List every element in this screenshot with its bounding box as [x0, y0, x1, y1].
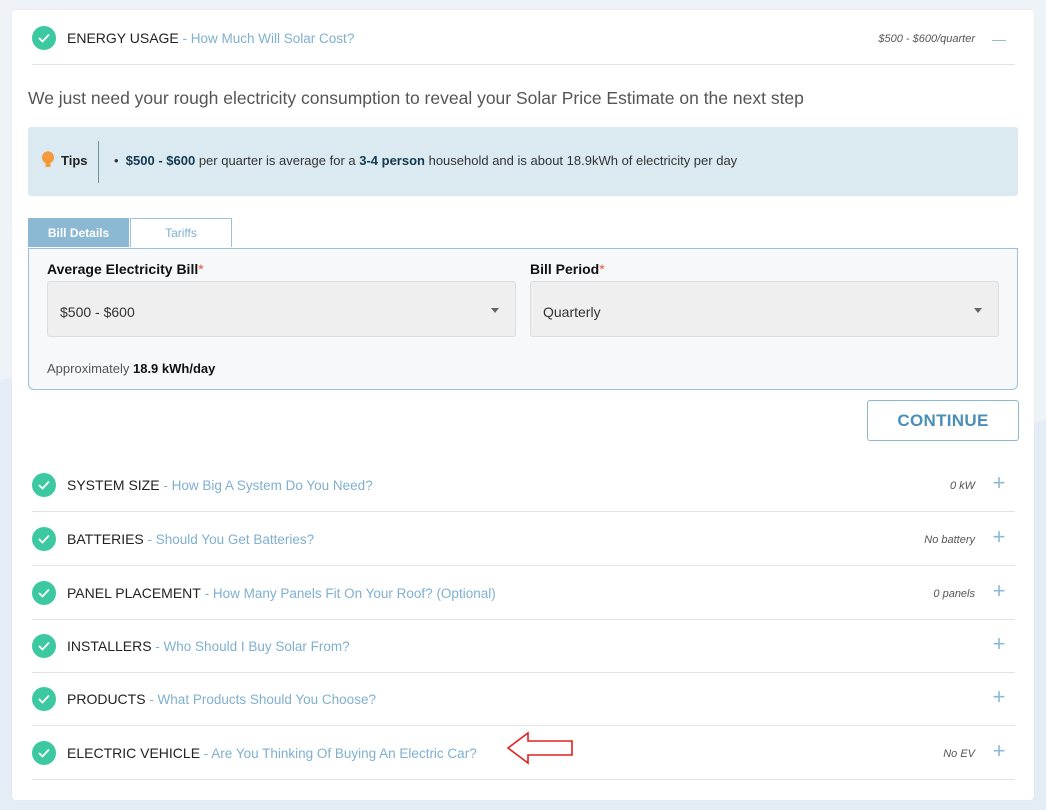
arrow-left-icon — [506, 731, 573, 765]
section-value: $500 - $600/quarter — [878, 33, 975, 45]
expand-icon[interactable]: + — [989, 472, 1009, 494]
check-icon — [32, 687, 56, 711]
tips-box: Tips • $500 - $600 per quarter is averag… — [28, 127, 1018, 196]
approx-usage: Approximately 18.9 kWh/day — [47, 361, 216, 376]
tab-bill-details[interactable]: Bill Details — [28, 218, 129, 247]
average-bill-value: $500 - $600 — [60, 304, 135, 320]
average-bill-select[interactable]: $500 - $600 — [47, 281, 516, 337]
quote-panel: ENERGY USAGE - How Much Will Solar Cost?… — [12, 10, 1034, 800]
bill-period-select[interactable]: Quarterly — [530, 281, 999, 337]
check-icon — [32, 26, 56, 50]
section-value: 0 kW — [949, 480, 975, 492]
section-panel-placement[interactable]: PANEL PLACEMENT - How Many Panels Fit On… — [32, 566, 1015, 620]
section-value: No EV — [943, 748, 975, 760]
expand-icon[interactable]: + — [989, 633, 1009, 655]
section-system-size[interactable]: SYSTEM SIZE - How Big A System Do You Ne… — [32, 458, 1015, 512]
expand-icon[interactable]: + — [989, 580, 1009, 602]
tips-text: • $500 - $600 per quarter is average for… — [114, 153, 738, 168]
section-value: No battery — [924, 534, 975, 546]
section-title: PANEL PLACEMENT - How Many Panels Fit On… — [67, 585, 496, 601]
expand-icon[interactable]: + — [989, 686, 1009, 708]
caret-down-icon — [491, 308, 499, 313]
section-value: 0 panels — [933, 588, 975, 600]
lightbulb-icon — [41, 151, 55, 174]
section-title: PRODUCTS - What Products Should You Choo… — [67, 691, 376, 707]
expand-icon[interactable]: + — [989, 740, 1009, 762]
tips-label: Tips — [61, 153, 88, 168]
section-title: ENERGY USAGE - How Much Will Solar Cost? — [67, 30, 355, 46]
section-energy-usage[interactable]: ENERGY USAGE - How Much Will Solar Cost?… — [32, 11, 1015, 65]
section-subtitle: - How Much Will Solar Cost? — [178, 31, 355, 46]
bill-details-form: Average Electricity Bill* $500 - $600 Bi… — [28, 248, 1018, 390]
section-installers[interactable]: INSTALLERS - Who Should I Buy Solar From… — [32, 619, 1015, 673]
expand-icon[interactable]: + — [989, 526, 1009, 548]
check-icon — [32, 581, 56, 605]
section-products[interactable]: PRODUCTS - What Products Should You Choo… — [32, 672, 1015, 726]
check-icon — [32, 741, 56, 765]
section-batteries[interactable]: BATTERIES - Should You Get Batteries? No… — [32, 512, 1015, 566]
section-title: SYSTEM SIZE - How Big A System Do You Ne… — [67, 477, 373, 493]
bill-period-value: Quarterly — [543, 304, 601, 320]
bill-period-label: Bill Period* — [530, 261, 605, 277]
check-icon — [32, 473, 56, 497]
tips-divider — [98, 141, 99, 183]
check-icon — [32, 634, 56, 658]
continue-button[interactable]: CONTINUE — [867, 400, 1019, 441]
section-title: ELECTRIC VEHICLE - Are You Thinking Of B… — [67, 745, 477, 761]
caret-down-icon — [974, 308, 982, 313]
collapse-icon[interactable]: — — [989, 28, 1009, 50]
section-title: BATTERIES - Should You Get Batteries? — [67, 531, 315, 547]
check-icon — [32, 527, 56, 551]
tab-tariffs[interactable]: Tariffs — [130, 218, 232, 247]
average-bill-label: Average Electricity Bill* — [47, 261, 204, 277]
section-title: INSTALLERS - Who Should I Buy Solar From… — [67, 638, 350, 654]
intro-text: We just need your rough electricity cons… — [28, 88, 804, 108]
